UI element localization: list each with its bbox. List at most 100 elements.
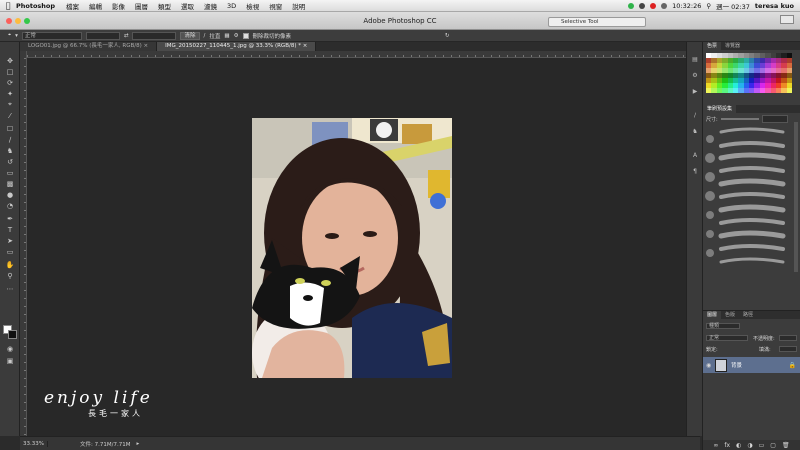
path-select-icon[interactable]: ➤: [4, 236, 16, 245]
move-tool-icon[interactable]: ✥: [4, 56, 16, 65]
menu-image[interactable]: 影像: [112, 1, 125, 11]
new-layer-icon[interactable]: ▢: [770, 442, 776, 449]
delete-cropped-checkbox[interactable]: [242, 32, 249, 39]
lasso-tool-icon[interactable]: ⟳: [4, 78, 16, 87]
zoom-tool-icon[interactable]: ⚲: [4, 271, 16, 280]
swatch-grid[interactable]: [706, 53, 792, 93]
menu-select[interactable]: 選取: [181, 1, 194, 11]
zoom-window-icon[interactable]: [24, 18, 30, 24]
workspace-button[interactable]: [780, 15, 794, 24]
horizontal-ruler[interactable]: [27, 51, 700, 58]
menu-file[interactable]: 檔案: [66, 1, 79, 11]
history-brush-icon[interactable]: ↺: [4, 157, 16, 166]
crop-tool-icon[interactable]: ⌖: [4, 100, 16, 109]
paragraph-panel-icon[interactable]: ¶: [690, 168, 700, 176]
zoom-level[interactable]: 33.33%: [20, 440, 48, 447]
menu-layer[interactable]: 圖層: [135, 1, 148, 11]
layer-kind-filter[interactable]: 種類: [706, 323, 740, 329]
straighten-label[interactable]: 拉直: [209, 32, 220, 40]
doc-size[interactable]: 文件: 7.71M/7.71M: [48, 440, 130, 448]
eraser-tool-icon[interactable]: ▭: [4, 168, 16, 177]
menu-edit[interactable]: 編輯: [89, 1, 102, 11]
tab-paths[interactable]: 路徑: [739, 311, 757, 319]
opacity-field[interactable]: [779, 335, 797, 341]
clone-stamp-icon[interactable]: ♞: [4, 146, 16, 155]
healing-brush-icon[interactable]: ☐: [4, 124, 16, 133]
close-window-icon[interactable]: [6, 18, 12, 24]
menu-type[interactable]: 類型: [158, 1, 171, 11]
wifi-icon[interactable]: [661, 2, 668, 9]
menu-filter[interactable]: 濾鏡: [204, 1, 217, 11]
clear-button[interactable]: 清除: [180, 31, 200, 40]
tab-logo01[interactable]: LOGO01.jpg @ 66.7% (長毛一家人, RGB/8) ×: [20, 42, 158, 51]
height-field[interactable]: [132, 31, 177, 40]
reset-icon[interactable]: ↻: [445, 33, 450, 39]
vertical-ruler[interactable]: [20, 51, 27, 436]
spotlight-icon[interactable]: ⚲: [706, 2, 711, 10]
layer-background[interactable]: ◉ 背景 🔒: [703, 357, 800, 373]
status-icon[interactable]: [639, 2, 646, 9]
marquee-tool-icon[interactable]: □: [4, 67, 16, 76]
gradient-tool-icon[interactable]: ▩: [4, 179, 16, 188]
type-tool-icon[interactable]: T: [4, 225, 16, 234]
clone-source-icon[interactable]: ♞: [690, 128, 700, 136]
user-name[interactable]: teresa kuo: [755, 2, 794, 10]
ratio-select[interactable]: 正常: [21, 31, 82, 40]
menu-3d[interactable]: 3D: [227, 2, 236, 10]
clock[interactable]: 10:32:26: [672, 2, 701, 10]
tab-navigator[interactable]: 導覽器: [721, 42, 744, 50]
shape-tool-icon[interactable]: ▭: [4, 247, 16, 256]
selective-tool-popup[interactable]: Selective Tool: [548, 17, 646, 27]
settings-gear-icon[interactable]: ⚙: [234, 33, 239, 39]
dodge-tool-icon[interactable]: ◔: [4, 201, 16, 210]
link-layers-icon[interactable]: ∞: [713, 442, 718, 449]
menu-window[interactable]: 視窗: [269, 1, 282, 11]
document-photo[interactable]: [252, 118, 452, 378]
record-icon[interactable]: [650, 2, 657, 9]
brush-panel-icon[interactable]: ∕: [690, 112, 700, 120]
tab-channels[interactable]: 色版: [721, 311, 739, 319]
visibility-eye-icon[interactable]: ◉: [706, 362, 711, 369]
eyedropper-tool-icon[interactable]: ⁄: [4, 111, 16, 120]
quick-mask-icon[interactable]: ◉: [4, 344, 16, 353]
history-panel-icon[interactable]: ▤: [690, 56, 700, 64]
layer-style-icon[interactable]: fx: [724, 442, 730, 449]
crop-tool-icon[interactable]: ⌖: [8, 32, 11, 39]
width-field[interactable]: [85, 31, 120, 40]
fill-field[interactable]: [779, 346, 797, 352]
apple-menu-icon[interactable]: : [0, 1, 16, 10]
menu-help[interactable]: 說明: [292, 1, 305, 11]
add-mask-icon[interactable]: ◐: [736, 442, 741, 449]
straighten-icon[interactable]: ∕: [204, 33, 206, 39]
character-panel-icon[interactable]: A: [690, 152, 700, 160]
tab-layers[interactable]: 圖層: [703, 311, 722, 319]
menu-view[interactable]: 檢視: [246, 1, 259, 11]
date-time[interactable]: 週一 02:37: [716, 1, 750, 11]
layer-name[interactable]: 背景: [731, 361, 742, 369]
minimize-window-icon[interactable]: [15, 18, 21, 24]
quick-select-tool-icon[interactable]: ✦: [4, 89, 16, 98]
blur-tool-icon[interactable]: ●: [4, 190, 16, 199]
adjustment-layer-icon[interactable]: ◑: [747, 442, 752, 449]
blend-mode-select[interactable]: 正常: [706, 335, 748, 341]
more-tools-icon[interactable]: ⋯: [4, 284, 16, 293]
new-group-icon[interactable]: ▭: [759, 442, 765, 449]
hand-tool-icon[interactable]: ✋: [4, 260, 16, 269]
swatch[interactable]: [786, 88, 792, 93]
tab-img-20150227[interactable]: IMG_20150227_110445_1.jpg @ 33.3% (RGB/8…: [157, 42, 317, 51]
brush-strokes[interactable]: [703, 102, 800, 272]
delete-layer-icon[interactable]: 🗑: [782, 442, 790, 449]
app-menu[interactable]: Photoshop: [16, 2, 55, 10]
swap-icon[interactable]: ⇄: [124, 33, 129, 39]
background-color-swatch[interactable]: [8, 330, 17, 339]
properties-panel-icon[interactable]: ⚙: [690, 72, 700, 80]
status-arrow-icon[interactable]: ▸: [136, 441, 139, 447]
tab-swatches[interactable]: 色票: [703, 42, 722, 50]
preset-dropdown-icon[interactable]: ▾: [15, 33, 18, 39]
line-app-icon[interactable]: [628, 2, 635, 9]
overlay-grid-icon[interactable]: ▦: [224, 33, 229, 39]
brush-tool-icon[interactable]: ∕: [4, 135, 16, 144]
actions-panel-icon[interactable]: ▶: [690, 88, 700, 96]
pen-tool-icon[interactable]: ✒: [4, 214, 16, 223]
screen-mode-icon[interactable]: ▣: [4, 356, 16, 365]
